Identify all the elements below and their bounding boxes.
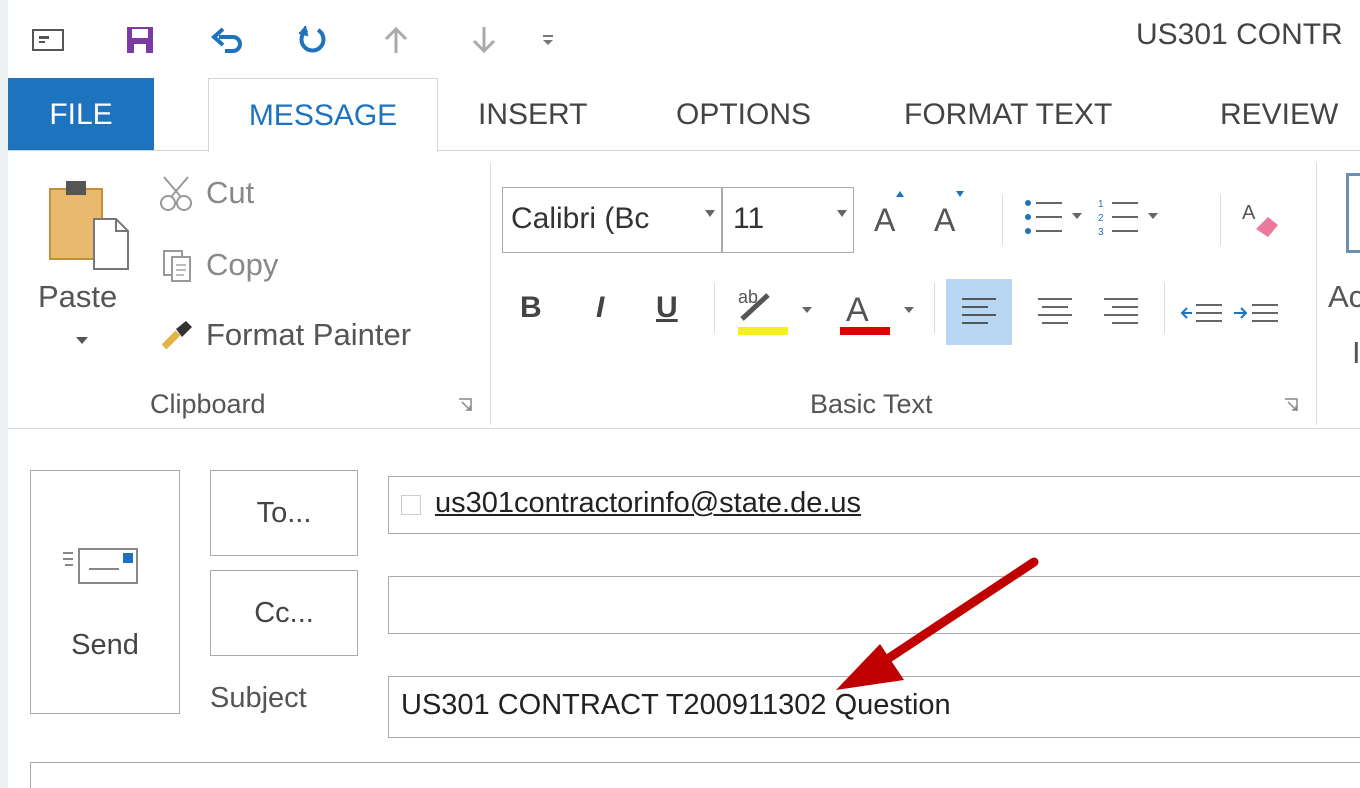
decrease-indent-icon (1180, 304, 1222, 322)
address-book-icon[interactable] (1346, 173, 1360, 253)
divider (1220, 195, 1221, 245)
highlight-button[interactable]: ab (728, 281, 818, 346)
clipboard-group-label: Clipboard (150, 389, 266, 419)
eraser-icon: A (1242, 202, 1278, 237)
copy-button[interactable]: Copy (156, 245, 278, 285)
partial-button-label-1: Ac (1328, 279, 1360, 314)
tab-file[interactable]: FILE (8, 78, 154, 151)
send-button[interactable]: Send (30, 470, 180, 714)
tab-message[interactable]: MESSAGE (208, 78, 438, 152)
svg-text:2: 2 (1098, 213, 1104, 224)
basic-text-launcher-icon[interactable] (1284, 398, 1298, 412)
format-painter-icon (161, 321, 192, 350)
format-painter-button[interactable]: Format Painter (156, 315, 411, 355)
svg-text:A: A (1242, 202, 1256, 224)
divider (934, 283, 935, 333)
cut-button[interactable]: Cut (156, 173, 254, 213)
underline-button[interactable]: U (656, 291, 678, 325)
paste-icon (49, 181, 129, 270)
ribbon-tabs: FILE MESSAGE INSERT OPTIONS FORMAT TEXT … (8, 78, 1360, 152)
highlighter-icon: ab (738, 287, 812, 335)
up-arrow-icon[interactable] (376, 20, 416, 60)
clear-formatting-button[interactable]: A (1238, 193, 1288, 248)
font-size-select[interactable]: 11 (722, 187, 854, 253)
align-center-button[interactable] (1022, 279, 1088, 345)
bullets-button[interactable] (1022, 195, 1092, 250)
undo-icon[interactable] (208, 20, 248, 60)
copy-icon (163, 250, 191, 282)
to-recipient[interactable]: us301contractorinfo@state.de.us (435, 487, 861, 520)
bullets-icon (1025, 200, 1082, 234)
divider (1164, 283, 1165, 333)
subject-label: Subject (210, 682, 307, 714)
recipient-checkbox (401, 495, 421, 515)
align-left-icon (962, 298, 996, 324)
outlook-message-window: US301 CONTR FILE MESSAGE INSERT OPTIONS … (8, 0, 1360, 788)
divider (1002, 195, 1003, 245)
to-field[interactable]: us301contractorinfo@state.de.us (388, 476, 1360, 534)
cc-button[interactable]: Cc... (210, 570, 358, 656)
chevron-down-icon (837, 210, 847, 217)
down-arrow-icon[interactable] (464, 20, 504, 60)
align-right-icon (1104, 298, 1138, 324)
message-header: Send To... Cc... Subject us301contractor… (8, 430, 1360, 788)
save-icon[interactable] (120, 20, 160, 60)
svg-text:A: A (846, 291, 869, 329)
cc-button-label: Cc... (254, 596, 314, 629)
to-button-label: To... (256, 496, 312, 529)
copy-label: Copy (206, 247, 279, 282)
divider (714, 283, 715, 333)
paste-label: Paste (38, 279, 118, 314)
scissors-icon (160, 176, 192, 211)
svg-text:A: A (874, 202, 896, 238)
basic-text-group-label: Basic Text (810, 389, 933, 419)
increase-indent-icon (1234, 304, 1278, 322)
tab-review[interactable]: REVIEW (1220, 78, 1338, 151)
font-name-value: Calibri (Bc (511, 202, 650, 235)
align-center-icon (1038, 298, 1072, 324)
svg-text:3: 3 (1098, 227, 1104, 238)
cut-label: Cut (206, 175, 255, 210)
tab-options[interactable]: OPTIONS (676, 78, 811, 151)
window-menu-icon[interactable] (28, 20, 68, 60)
send-label: Send (71, 629, 139, 661)
group-divider (1316, 163, 1317, 425)
font-color-button[interactable]: A (834, 281, 924, 346)
grow-font-icon[interactable]: A (872, 189, 906, 247)
numbering-icon: 1 2 3 (1098, 199, 1158, 238)
increase-indent-button[interactable] (1228, 279, 1288, 345)
svg-text:1: 1 (1098, 199, 1104, 210)
title-bar: US301 CONTR (8, 0, 1360, 78)
message-body[interactable] (30, 762, 1360, 788)
annotation-arrow-icon (836, 557, 1039, 690)
numbering-button[interactable]: 1 2 3 (1098, 195, 1168, 250)
format-painter-label: Format Painter (206, 317, 412, 352)
align-right-button[interactable] (1088, 279, 1154, 345)
ribbon: Paste Cut Copy Format Painter Clipboard … (8, 151, 1360, 429)
font-size-value: 11 (733, 202, 765, 235)
tab-insert[interactable]: INSERT (478, 78, 587, 151)
to-button[interactable]: To... (210, 470, 358, 556)
customize-qat-icon[interactable] (528, 20, 568, 60)
send-icon (63, 548, 138, 584)
chevron-down-icon (705, 210, 715, 217)
paste-button[interactable]: Paste (28, 171, 138, 351)
align-left-button[interactable] (946, 279, 1012, 345)
tab-format-text[interactable]: FORMAT TEXT (904, 78, 1112, 151)
clipboard-launcher-icon[interactable] (458, 398, 472, 412)
font-color-icon: A (840, 291, 914, 335)
italic-button[interactable]: I (596, 291, 604, 325)
redo-icon[interactable] (292, 20, 332, 60)
shrink-font-icon[interactable]: A (932, 189, 966, 247)
decrease-indent-button[interactable] (1172, 279, 1232, 345)
paste-dropdown-icon[interactable] (75, 336, 89, 346)
window-title: US301 CONTR (1136, 18, 1343, 51)
font-name-select[interactable]: Calibri (Bc (502, 187, 722, 253)
group-divider (490, 163, 491, 425)
partial-button-label-2: I (1352, 335, 1360, 370)
svg-text:A: A (934, 202, 956, 238)
bold-button[interactable]: B (520, 291, 542, 325)
